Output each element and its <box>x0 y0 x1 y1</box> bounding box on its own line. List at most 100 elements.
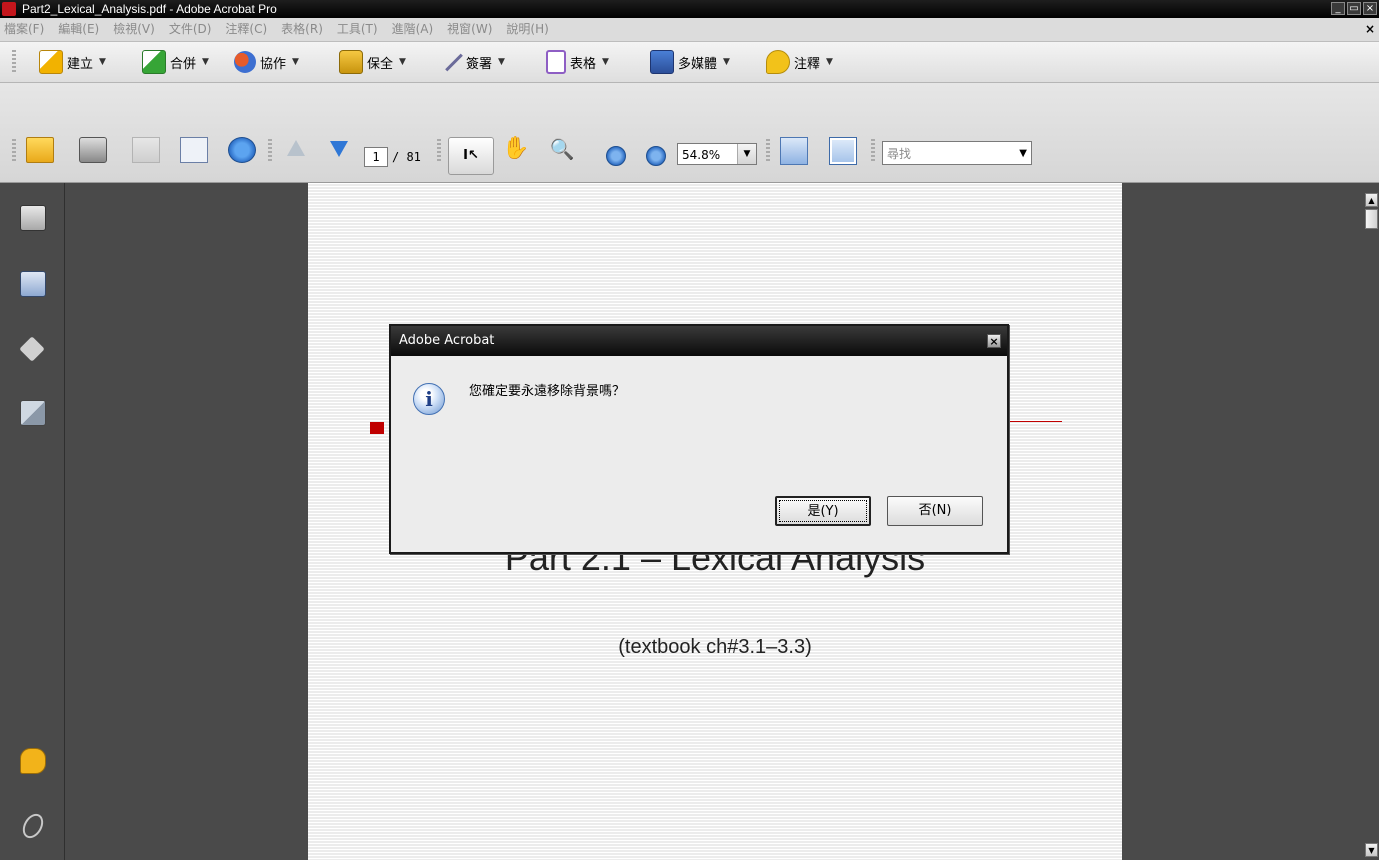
comment-icon <box>766 50 790 74</box>
signatures-icon[interactable] <box>20 400 46 426</box>
page-total: / 81 <box>392 150 421 164</box>
close-document-button[interactable]: × <box>1365 18 1375 41</box>
secure-label: 保全 <box>367 56 394 72</box>
yes-button[interactable]: 是(Y) <box>775 496 871 526</box>
menu-forms[interactable]: 表格(R) <box>281 18 323 41</box>
zoom-out-icon[interactable] <box>606 146 626 166</box>
find-input[interactable]: 尋找 ▼ <box>882 141 1032 165</box>
menu-comments[interactable]: 注釋(C) <box>225 18 267 41</box>
toolbar-separator <box>766 139 770 163</box>
chevron-down-icon: ▼ <box>202 57 209 67</box>
pages-icon[interactable] <box>20 205 46 231</box>
scroll-down-button[interactable]: ▼ <box>1365 843 1378 857</box>
chevron-down-icon: ▼ <box>99 57 106 67</box>
chevron-down-icon: ▼ <box>399 57 406 67</box>
create-label: 建立 <box>67 56 94 72</box>
toolbar-separator <box>268 139 272 163</box>
close-window-button[interactable]: × <box>1363 2 1377 15</box>
dialog-message: 您確定要永遠移除背景嗎？ <box>469 384 626 399</box>
find-placeholder: 尋找 <box>887 147 912 161</box>
toolbar-grip[interactable] <box>12 50 16 74</box>
acrobat-app-icon <box>2 2 16 16</box>
navigation-toolbar <box>0 83 1379 183</box>
menu-tools[interactable]: 工具(T) <box>337 18 378 41</box>
dialog-close-button[interactable]: × <box>987 334 1001 348</box>
secure-lock-icon <box>339 50 363 74</box>
sign-pen-icon <box>440 51 462 73</box>
window-title: Part2_Lexical_Analysis.pdf - Adobe Acrob… <box>22 2 277 16</box>
vertical-scrollbar[interactable]: ▲ ▼ <box>1364 183 1379 860</box>
print-icon[interactable] <box>79 137 107 163</box>
create-button[interactable]: 建立 ▼ <box>39 50 106 74</box>
zoom-level-select[interactable]: 54.8% ▼ <box>677 143 757 165</box>
forms-icon <box>546 50 566 74</box>
next-page-icon[interactable] <box>326 137 352 161</box>
fit-page-icon[interactable] <box>829 137 857 165</box>
layers-icon[interactable] <box>19 336 45 362</box>
no-button[interactable]: 否(N) <box>887 496 983 526</box>
sign-label: 簽署 <box>466 56 493 72</box>
select-tool-button[interactable]: I↖ <box>448 137 494 175</box>
multimedia-icon <box>650 50 674 74</box>
chevron-down-icon: ▼ <box>292 57 299 67</box>
chevron-down-icon: ▼ <box>826 57 833 67</box>
toolbar-separator <box>437 139 441 163</box>
menu-file[interactable]: 檔案(F) <box>4 18 44 41</box>
chevron-down-icon[interactable]: ▼ <box>737 144 756 164</box>
menu-help[interactable]: 說明(H) <box>506 18 548 41</box>
menu-bar: 檔案(F) 編輯(E) 檢視(V) 文件(D) 注釋(C) 表格(R) 工具(T… <box>0 18 1379 42</box>
collaborate-icon <box>234 51 256 73</box>
previous-page-icon[interactable] <box>283 137 309 161</box>
attachments-icon[interactable] <box>18 810 48 842</box>
comment-label: 注釋 <box>794 56 821 72</box>
email-icon[interactable] <box>180 137 208 163</box>
zoom-level-value: 54.8% <box>682 148 721 162</box>
multimedia-label: 多媒體 <box>678 56 718 72</box>
collaborate-label: 協作 <box>260 56 287 72</box>
bookmarks-icon[interactable] <box>20 271 46 297</box>
fit-width-icon[interactable] <box>780 137 808 165</box>
dialog-title: Adobe Acrobat <box>391 326 1007 356</box>
web-globe-icon[interactable] <box>228 137 256 163</box>
document-subheading: (textbook ch#3.1–3.3) <box>618 636 812 658</box>
info-icon: i <box>413 383 445 415</box>
menu-document[interactable]: 文件(D) <box>169 18 212 41</box>
restore-button[interactable]: ▭ <box>1347 2 1361 15</box>
menu-window[interactable]: 視窗(W) <box>447 18 492 41</box>
window-controls: _ ▭ × <box>1331 2 1377 15</box>
confirm-dialog: Adobe Acrobat × i 您確定要永遠移除背景嗎？ 是(Y) 否(N) <box>389 324 1009 554</box>
comment-button[interactable]: 注釋 ▼ <box>766 50 833 74</box>
combine-icon <box>142 50 166 74</box>
minimize-button[interactable]: _ <box>1331 2 1345 15</box>
chevron-down-icon: ▼ <box>498 57 505 67</box>
page-number-input[interactable]: 1 <box>364 147 388 167</box>
chevron-down-icon[interactable]: ▼ <box>1019 142 1027 166</box>
open-folder-icon[interactable] <box>26 137 54 163</box>
forms-label: 表格 <box>570 56 597 72</box>
scroll-up-button[interactable]: ▲ <box>1365 193 1378 207</box>
toolbar-grip[interactable] <box>12 139 16 163</box>
chevron-down-icon: ▼ <box>602 57 609 67</box>
secure-button[interactable]: 保全 ▼ <box>339 50 406 74</box>
create-pdf-icon <box>39 50 63 74</box>
save-icon[interactable] <box>132 137 160 163</box>
collaborate-button[interactable]: 協作 ▼ <box>234 50 299 74</box>
hand-tool-icon[interactable]: ✋ <box>502 137 529 161</box>
title-bar: Part2_Lexical_Analysis.pdf - Adobe Acrob… <box>0 0 1379 18</box>
menu-view[interactable]: 檢視(V) <box>113 18 155 41</box>
combine-button[interactable]: 合併 ▼ <box>142 50 209 74</box>
title-accent-block <box>370 422 384 434</box>
marquee-zoom-icon[interactable]: 🔍 <box>549 137 575 161</box>
navigation-panel <box>0 183 65 860</box>
menu-advanced[interactable]: 進階(A) <box>392 18 434 41</box>
scroll-thumb[interactable] <box>1365 209 1378 229</box>
zoom-in-icon[interactable] <box>646 146 666 166</box>
toolbar-separator <box>871 139 875 163</box>
title-accent-line <box>1010 421 1062 422</box>
comments-icon[interactable] <box>20 748 46 774</box>
sign-button[interactable]: 簽署 ▼ <box>440 50 505 74</box>
menu-edit[interactable]: 編輯(E) <box>58 18 99 41</box>
multimedia-button[interactable]: 多媒體 ▼ <box>650 50 730 74</box>
chevron-down-icon: ▼ <box>723 57 730 67</box>
forms-button[interactable]: 表格 ▼ <box>546 50 609 74</box>
